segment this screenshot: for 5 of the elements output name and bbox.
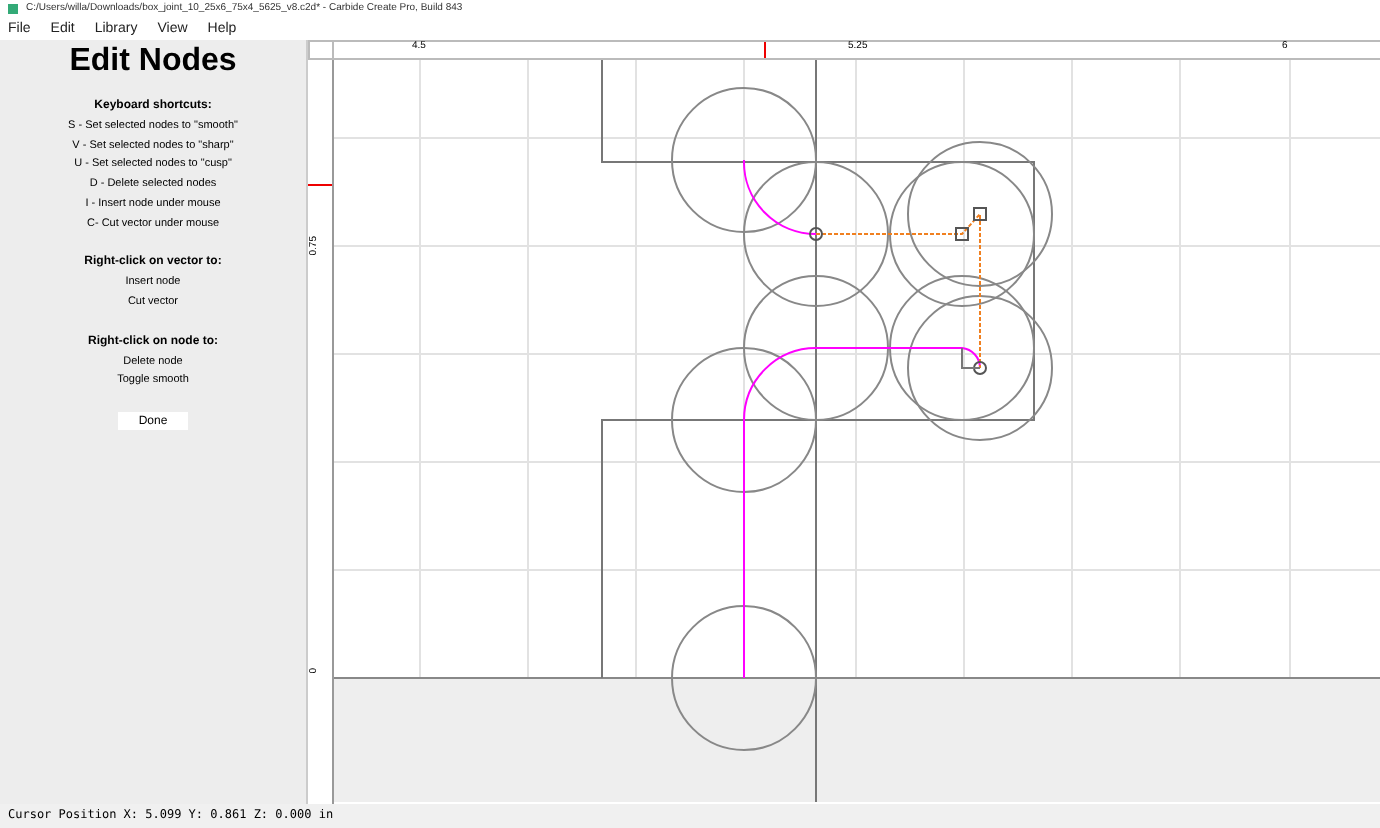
app-icon xyxy=(8,4,18,14)
cursor-marker xyxy=(764,42,766,58)
vector-canvas-drawing[interactable] xyxy=(334,60,1380,802)
cursor-marker xyxy=(308,184,332,186)
panel-title: Edit Nodes xyxy=(69,42,237,82)
